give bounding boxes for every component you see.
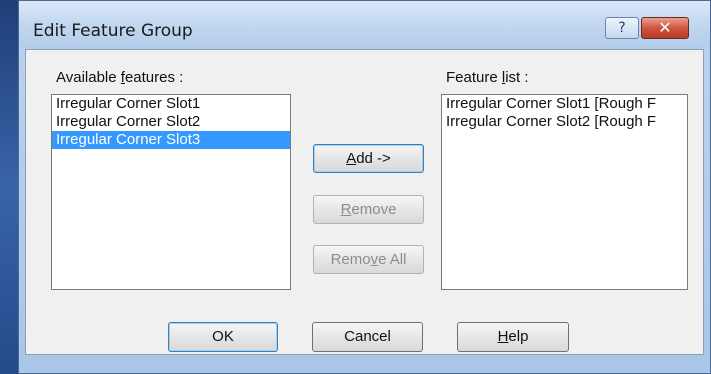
list-item[interactable]: Irregular Corner Slot2 <box>52 113 290 131</box>
dialog-content: Available features : Irregular Corner Sl… <box>25 49 704 355</box>
feature-list[interactable]: Irregular Corner Slot1 [Rough F Irregula… <box>441 94 688 290</box>
list-item[interactable]: Irregular Corner Slot1 [Rough F <box>442 95 687 113</box>
list-item[interactable]: Irregular Corner Slot2 [Rough F <box>442 113 687 131</box>
edit-feature-group-dialog: Edit Feature Group ? ✕ Available feature… <box>18 0 711 374</box>
question-mark-icon: ? <box>618 20 626 36</box>
title-bar[interactable]: Edit Feature Group ? ✕ <box>19 1 710 49</box>
add-button[interactable]: Add -> <box>313 144 424 173</box>
help-button[interactable]: Help <box>457 322 569 352</box>
help-title-button[interactable]: ? <box>605 17 639 39</box>
ok-button[interactable]: OK <box>168 322 278 352</box>
remove-button[interactable]: Remove <box>313 195 424 224</box>
close-icon: ✕ <box>658 18 672 37</box>
remove-all-button[interactable]: Remove All <box>313 245 424 274</box>
available-features-label: Available features : <box>56 69 184 86</box>
available-features-list[interactable]: Irregular Corner Slot1 Irregular Corner … <box>51 94 291 290</box>
feature-list-label: Feature list : <box>446 69 529 86</box>
dialog-title: Edit Feature Group <box>33 21 193 41</box>
list-item[interactable]: Irregular Corner Slot1 <box>52 95 290 113</box>
cancel-button[interactable]: Cancel <box>312 322 423 352</box>
list-item-selected[interactable]: Irregular Corner Slot3 <box>52 131 290 149</box>
close-button[interactable]: ✕ <box>641 17 689 39</box>
